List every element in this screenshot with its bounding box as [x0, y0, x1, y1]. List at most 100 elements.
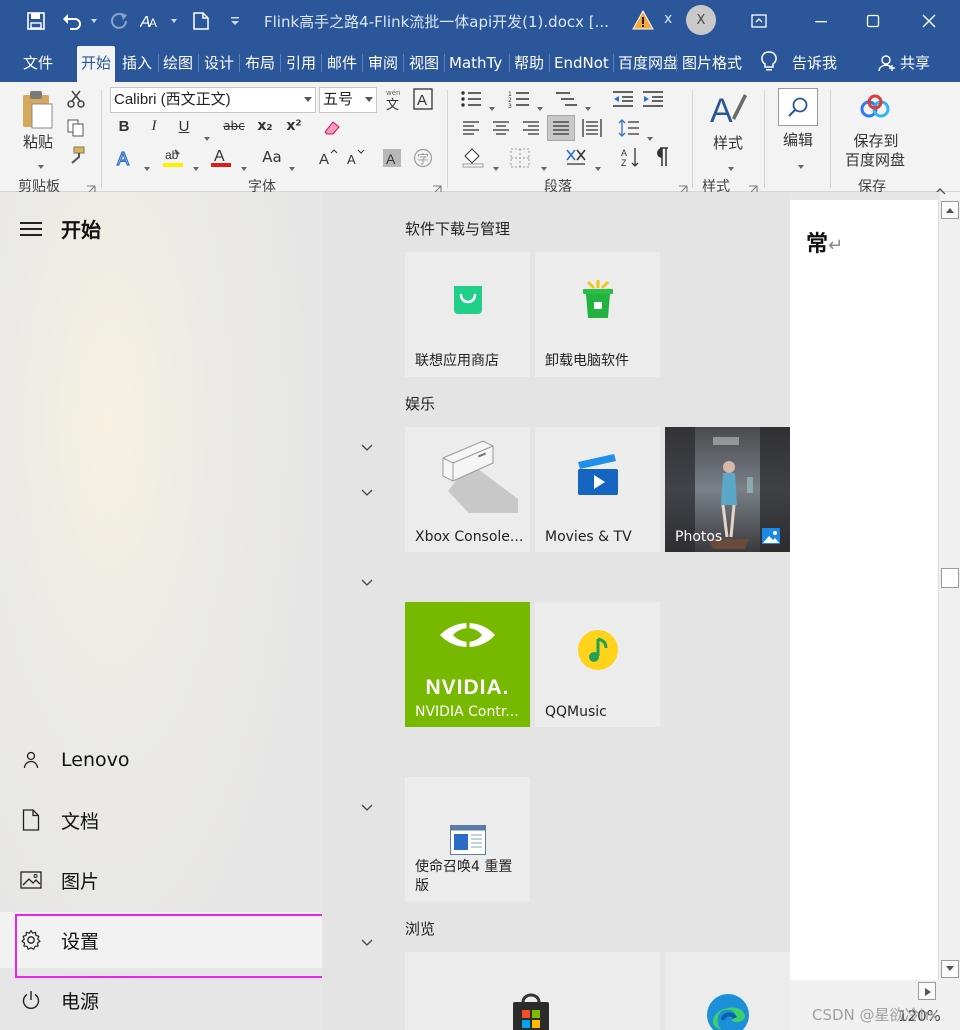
- tile-nvidia-control-panel[interactable]: NVIDIA. NVIDIA Contr...: [405, 602, 530, 727]
- numbering-dropdown-icon[interactable]: [534, 96, 543, 115]
- copy-icon[interactable]: [67, 119, 85, 141]
- tab-layout[interactable]: 布局: [245, 50, 275, 82]
- nav-item-user[interactable]: Lenovo: [0, 732, 322, 788]
- highlight-color-icon[interactable]: ab: [162, 146, 184, 172]
- tile-uninstall-software[interactable]: 卸载电脑软件: [535, 252, 660, 377]
- clear-formatting-icon[interactable]: [322, 118, 342, 140]
- font-color-dropdown-icon[interactable]: [238, 156, 247, 175]
- tab-draw[interactable]: 绘图: [163, 50, 193, 82]
- save-icon[interactable]: [24, 9, 48, 33]
- tile-lenovo-store[interactable]: 联想应用商店: [405, 252, 530, 377]
- align-center-icon[interactable]: [492, 120, 510, 140]
- account-avatar[interactable]: X: [686, 5, 716, 35]
- align-left-icon[interactable]: [462, 120, 480, 140]
- chevron-down-icon[interactable]: [360, 802, 374, 812]
- save-to-baidu-line2[interactable]: 百度网盘: [840, 149, 910, 170]
- vertical-scrollbar[interactable]: [938, 200, 960, 980]
- tab-picture-format[interactable]: 图片格式: [682, 50, 742, 82]
- bullets-icon[interactable]: [460, 90, 482, 112]
- format-painter-icon[interactable]: [67, 146, 85, 168]
- align-right-icon[interactable]: [522, 120, 540, 140]
- font-size-combo[interactable]: 五号: [319, 87, 377, 113]
- underline-dropdown-icon[interactable]: [201, 126, 210, 145]
- ribbon-display-options-icon[interactable]: [746, 9, 772, 33]
- phonetic-guide-icon[interactable]: wén 文: [384, 87, 404, 115]
- group-software-title[interactable]: 软件下载与管理: [405, 218, 510, 239]
- tab-file[interactable]: 文件: [23, 50, 53, 82]
- change-case-button[interactable]: Aa: [260, 148, 284, 166]
- find-button[interactable]: [778, 88, 818, 126]
- multilevel-list-icon[interactable]: [556, 90, 578, 112]
- nav-item-power[interactable]: 电源: [0, 972, 322, 1028]
- scroll-down-arrow[interactable]: [941, 960, 959, 978]
- minimize-button[interactable]: [808, 9, 834, 33]
- change-case-dropdown-icon[interactable]: [286, 156, 295, 175]
- new-document-icon[interactable]: [190, 9, 212, 33]
- tab-design[interactable]: 设计: [204, 50, 234, 82]
- tile-call-of-duty[interactable]: 使命召唤4 重置版: [405, 777, 530, 902]
- hamburger-menu-icon[interactable]: [20, 222, 42, 236]
- tile-movies-tv[interactable]: Movies & TV: [535, 427, 660, 552]
- group-browse-title[interactable]: 浏览: [405, 918, 435, 939]
- line-spacing-icon[interactable]: [618, 118, 640, 142]
- text-style-icon[interactable]: AA: [138, 9, 162, 33]
- chevron-down-icon[interactable]: [360, 487, 374, 497]
- paste-dropdown-icon[interactable]: [35, 154, 44, 173]
- styles-gallery-icon[interactable]: A: [708, 88, 748, 132]
- tab-review[interactable]: 审阅: [368, 50, 398, 82]
- increase-indent-icon[interactable]: [642, 90, 664, 112]
- enclose-characters-icon[interactable]: 字: [412, 148, 434, 172]
- share-button[interactable]: 共享: [900, 50, 930, 82]
- chinese-layout-dropdown-icon[interactable]: [592, 156, 601, 175]
- tab-references[interactable]: 引用: [286, 50, 316, 82]
- scroll-thumb[interactable]: [941, 568, 959, 588]
- tab-baidu-netdisk[interactable]: 百度网盘: [618, 50, 678, 82]
- undo-dropdown-icon[interactable]: [86, 9, 98, 33]
- shrink-font-icon[interactable]: A: [346, 148, 366, 170]
- strikethrough-button[interactable]: abc: [222, 119, 246, 133]
- group-entertainment-title[interactable]: 娱乐: [405, 393, 435, 414]
- customize-quick-access-icon[interactable]: [228, 9, 242, 33]
- shading-icon[interactable]: [462, 146, 484, 172]
- tile-xbox-console[interactable]: Xbox Console...: [405, 427, 530, 552]
- tile-photos[interactable]: Photos: [665, 427, 790, 552]
- lightbulb-icon[interactable]: [761, 51, 777, 77]
- nav-item-documents[interactable]: 文档: [0, 792, 322, 848]
- tile-microsoft-store[interactable]: [405, 952, 660, 1030]
- editing-button[interactable]: 编辑: [780, 129, 816, 150]
- chevron-down-icon[interactable]: [360, 442, 374, 452]
- text-effects-dropdown-icon[interactable]: [141, 156, 150, 175]
- document-page[interactable]: 常↵: [790, 200, 938, 1000]
- text-effects-icon[interactable]: A: [116, 148, 136, 172]
- superscript-button[interactable]: x²: [285, 118, 303, 134]
- paste-clipboard-icon[interactable]: [20, 90, 54, 136]
- chevron-down-icon[interactable]: [360, 937, 374, 947]
- scroll-right-arrow[interactable]: [918, 982, 936, 1000]
- bold-button[interactable]: B: [116, 118, 132, 135]
- character-shading-icon[interactable]: A: [382, 148, 402, 172]
- borders-dropdown-icon[interactable]: [538, 156, 547, 175]
- close-button[interactable]: [916, 9, 942, 33]
- tab-help[interactable]: 帮助: [514, 50, 544, 82]
- style-dropdown-icon[interactable]: [166, 9, 178, 33]
- character-border-icon[interactable]: A: [413, 88, 433, 114]
- warning-icon[interactable]: [632, 9, 654, 35]
- font-name-combo[interactable]: Calibri (西文正文): [110, 87, 316, 113]
- numbering-icon[interactable]: 123: [508, 90, 530, 112]
- undo-icon[interactable]: [60, 9, 84, 33]
- dismiss-warning-button[interactable]: x: [664, 11, 672, 27]
- shading-dropdown-icon[interactable]: [490, 156, 499, 175]
- chinese-layout-icon[interactable]: [565, 146, 587, 172]
- font-color-icon[interactable]: A: [210, 146, 232, 172]
- nav-item-pictures[interactable]: 图片: [0, 852, 322, 908]
- paste-button[interactable]: 粘贴: [20, 131, 56, 152]
- tile-microsoft-edge[interactable]: [665, 952, 790, 1030]
- tab-mailings[interactable]: 邮件: [327, 50, 357, 82]
- cut-scissors-icon[interactable]: [67, 90, 85, 112]
- highlight-dropdown-icon[interactable]: [190, 156, 199, 175]
- scroll-up-arrow[interactable]: [941, 201, 959, 219]
- line-spacing-dropdown-icon[interactable]: [644, 126, 653, 145]
- sort-icon[interactable]: AZ: [620, 146, 642, 172]
- styles-button[interactable]: 样式: [710, 132, 746, 153]
- tab-home[interactable]: 开始: [77, 46, 116, 82]
